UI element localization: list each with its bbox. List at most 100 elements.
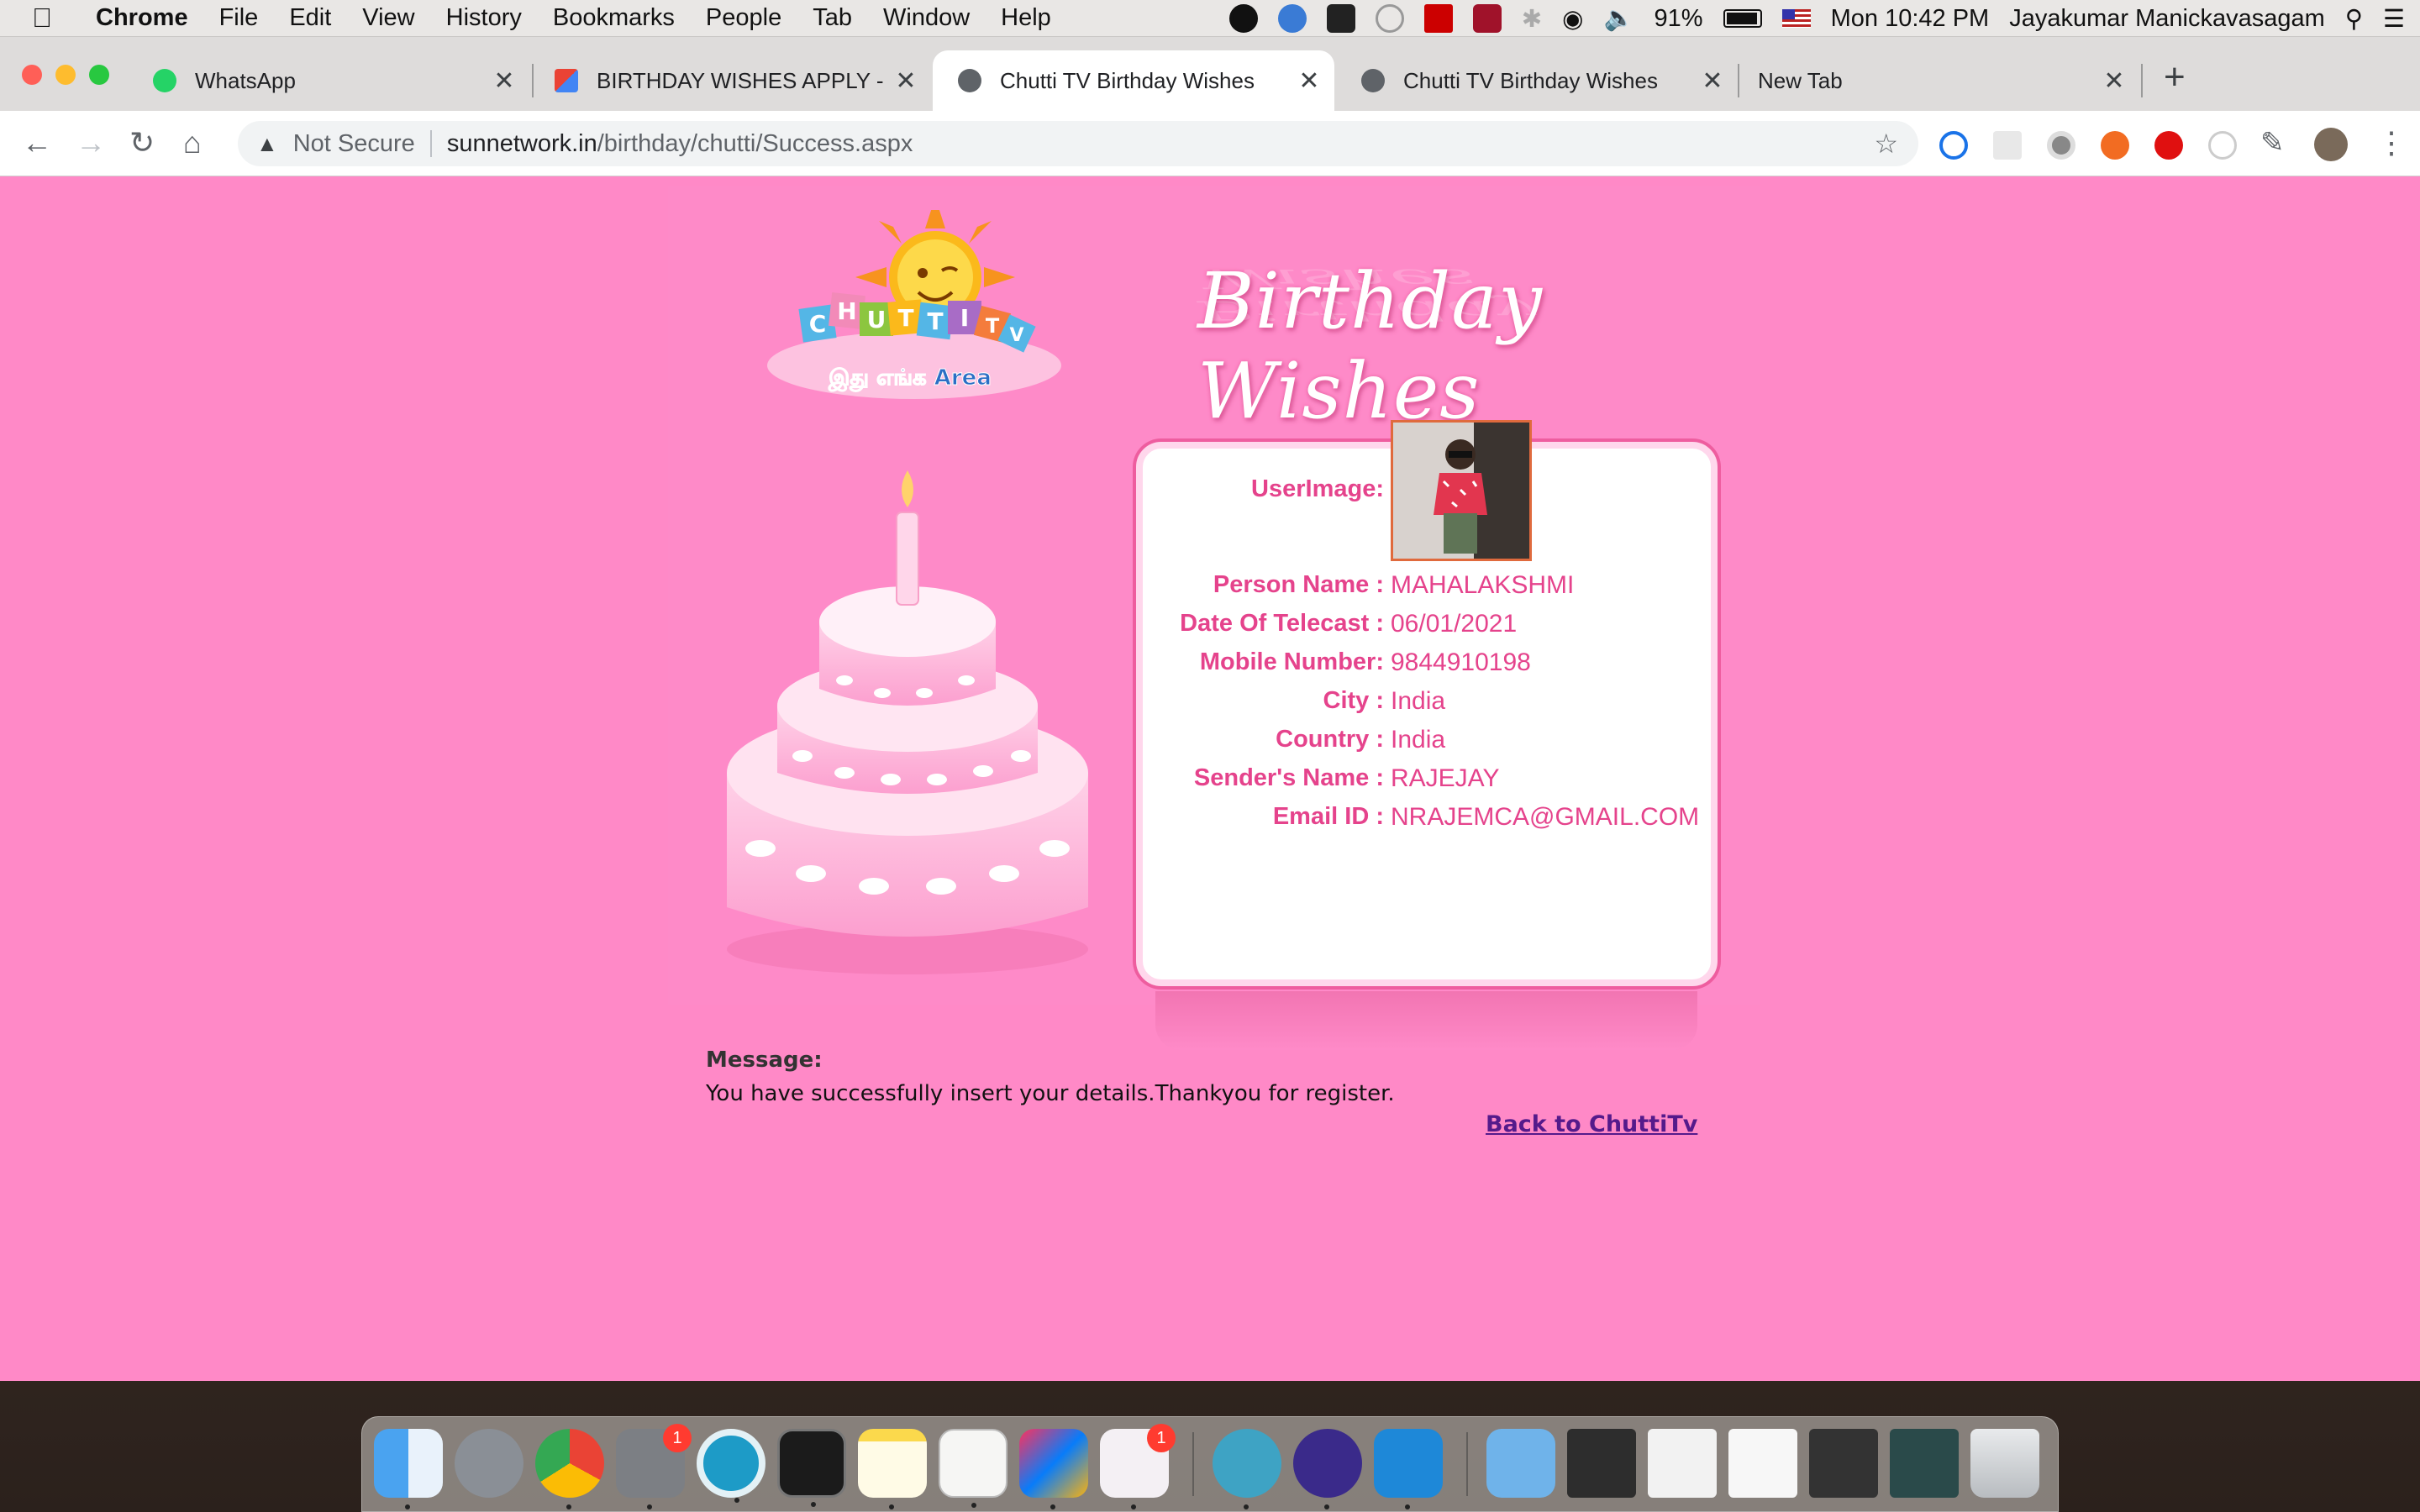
- sync-status-icon[interactable]: [1375, 4, 1404, 33]
- chrome-menu-icon[interactable]: ⋮: [2376, 126, 2407, 160]
- tab-close-icon[interactable]: ✕: [2097, 66, 2131, 96]
- message-label: Message:: [706, 1047, 823, 1073]
- menu-file[interactable]: File: [219, 4, 259, 32]
- extension-icon[interactable]: [2101, 131, 2129, 160]
- globe-icon: [1361, 69, 1385, 92]
- menu-history[interactable]: History: [446, 4, 522, 32]
- vscode-icon[interactable]: [1374, 1429, 1443, 1509]
- logo-letter: V: [1009, 325, 1023, 346]
- trash-icon[interactable]: [1970, 1429, 2039, 1498]
- menu-bookmarks[interactable]: Bookmarks: [553, 4, 675, 32]
- menu-people[interactable]: People: [706, 4, 781, 32]
- window-zoom-button[interactable]: [89, 65, 109, 85]
- macos-dock: 1 1: [361, 1416, 2059, 1512]
- running-indicator: [1324, 1504, 1329, 1509]
- person-name-label: Person Name :: [1213, 571, 1384, 598]
- new-tab-button[interactable]: +: [2164, 59, 2186, 96]
- tab-chutti-active[interactable]: Chutti TV Birthday Wishes ✕: [933, 50, 1334, 111]
- menu-edit[interactable]: Edit: [289, 4, 331, 32]
- launchpad-icon[interactable]: [455, 1429, 523, 1498]
- window-minimize-button[interactable]: [55, 65, 76, 85]
- tab-whatsapp[interactable]: WhatsApp ✕: [128, 50, 529, 111]
- window-close-button[interactable]: [22, 65, 42, 85]
- chrome-icon[interactable]: [535, 1429, 604, 1509]
- applications-folder-icon[interactable]: [1486, 1429, 1555, 1498]
- tab-chutti[interactable]: Chutti TV Birthday Wishes ✕: [1336, 50, 1738, 111]
- browser-toolbar: ← → ↻ ⌂ ▲ Not Secure sunnetwork.in/birth…: [0, 111, 2420, 176]
- url-text[interactable]: sunnetwork.in/birthday/chutti/Success.as…: [447, 130, 913, 158]
- finder-icon[interactable]: [374, 1429, 443, 1509]
- adblock-icon[interactable]: [2154, 131, 2183, 160]
- minimized-window-thumbnail[interactable]: [1567, 1429, 1636, 1498]
- menu-window[interactable]: Window: [883, 4, 970, 32]
- heading-reflection: Birthday Wishes: [1197, 263, 1536, 326]
- logo-letter: T: [927, 307, 943, 335]
- minimized-window-thumbnail[interactable]: [1890, 1429, 1959, 1498]
- clock[interactable]: Mon 10:42 PM: [1831, 5, 1990, 33]
- status-app-icon[interactable]: [1228, 4, 1258, 33]
- slack-icon[interactable]: 1: [1100, 1424, 1176, 1509]
- message-text: You have successfully insert your detail…: [706, 1081, 1395, 1106]
- menu-app-name[interactable]: Chrome: [96, 4, 188, 32]
- running-indicator: [734, 1498, 739, 1503]
- textedit-icon[interactable]: [939, 1429, 1007, 1508]
- user-photo[interactable]: [1391, 420, 1532, 561]
- forward-arrow-icon[interactable]: →: [76, 126, 106, 160]
- system-preferences-icon[interactable]: 1: [616, 1424, 692, 1509]
- reload-icon[interactable]: ↻: [129, 126, 155, 160]
- tab-close-icon[interactable]: ✕: [487, 66, 521, 96]
- volume-icon[interactable]: 🔈: [1603, 4, 1634, 33]
- tab-close-icon[interactable]: ✕: [1292, 66, 1326, 96]
- extension-icon[interactable]: [2208, 131, 2237, 160]
- red-app-status-icon[interactable]: [1423, 4, 1453, 33]
- battery-icon[interactable]: [1723, 9, 1762, 28]
- profile-avatar[interactable]: [2314, 128, 2348, 161]
- menu-tab[interactable]: Tab: [813, 4, 852, 32]
- address-bar[interactable]: ▲ Not Secure sunnetwork.in/birthday/chut…: [238, 121, 1918, 166]
- tab-title: New Tab: [1758, 67, 1843, 93]
- home-icon[interactable]: ⌂: [183, 126, 202, 160]
- menu-help[interactable]: Help: [1001, 4, 1051, 32]
- eclipse-icon[interactable]: [1293, 1429, 1362, 1509]
- back-to-chuttitv-link[interactable]: Back to ChuttiTv: [1486, 1111, 1697, 1137]
- apple-menu-icon[interactable]: : [32, 3, 52, 34]
- shield-status-icon[interactable]: [1326, 4, 1355, 33]
- warning-icon[interactable]: ▲: [256, 131, 278, 157]
- extension-icon[interactable]: [1993, 131, 2022, 160]
- notes-icon[interactable]: [858, 1429, 927, 1509]
- running-indicator: [405, 1504, 410, 1509]
- security-status[interactable]: Not Secure: [293, 130, 415, 158]
- flag-icon[interactable]: [1781, 9, 1811, 28]
- chrome-window: WhatsApp ✕ BIRTHDAY WISHES APPLY - nr ✕ …: [0, 37, 2420, 1381]
- dock-separator: [1466, 1432, 1468, 1496]
- intellij-icon[interactable]: [1019, 1429, 1088, 1509]
- minimized-window-thumbnail[interactable]: [1648, 1429, 1717, 1498]
- tab-gmail[interactable]: BIRTHDAY WISHES APPLY - nr ✕: [529, 50, 931, 111]
- date-of-telecast-label: Date Of Telecast :: [1180, 610, 1384, 637]
- extension-icon[interactable]: [2047, 131, 2075, 160]
- mcafee-status-icon[interactable]: [1472, 4, 1502, 33]
- terminal-icon[interactable]: [777, 1429, 846, 1507]
- minimized-window-thumbnail[interactable]: [1809, 1429, 1878, 1498]
- whatsapp-icon: [153, 69, 176, 92]
- back-arrow-icon[interactable]: ←: [22, 126, 52, 160]
- extensions-puzzle-icon[interactable]: ✎: [2260, 126, 2285, 160]
- cisco-anyconnect-icon[interactable]: [1213, 1429, 1281, 1509]
- extension-icon[interactable]: [1939, 131, 1968, 160]
- minimized-window-thumbnail[interactable]: [1728, 1429, 1797, 1498]
- tab-close-icon[interactable]: ✕: [1696, 66, 1729, 96]
- menu-view[interactable]: View: [362, 4, 414, 32]
- logo-letter: I: [960, 304, 969, 332]
- wifi-icon[interactable]: ◉: [1562, 4, 1583, 34]
- bluetooth-icon[interactable]: ✱: [1522, 4, 1542, 34]
- user-name[interactable]: Jayakumar Manickavasagam: [2009, 5, 2325, 33]
- globe-status-icon[interactable]: [1277, 4, 1307, 33]
- spotlight-search-icon[interactable]: ⚲: [2345, 4, 2363, 34]
- tab-close-icon[interactable]: ✕: [889, 66, 923, 96]
- webex-icon[interactable]: [697, 1429, 765, 1503]
- notification-badge: 1: [663, 1424, 692, 1452]
- bookmark-star-icon[interactable]: ☆: [1874, 128, 1898, 160]
- tab-new-tab[interactable]: New Tab ✕: [1738, 50, 2139, 111]
- notification-center-icon[interactable]: ☰: [2383, 4, 2405, 34]
- gmail-icon: [555, 69, 578, 92]
